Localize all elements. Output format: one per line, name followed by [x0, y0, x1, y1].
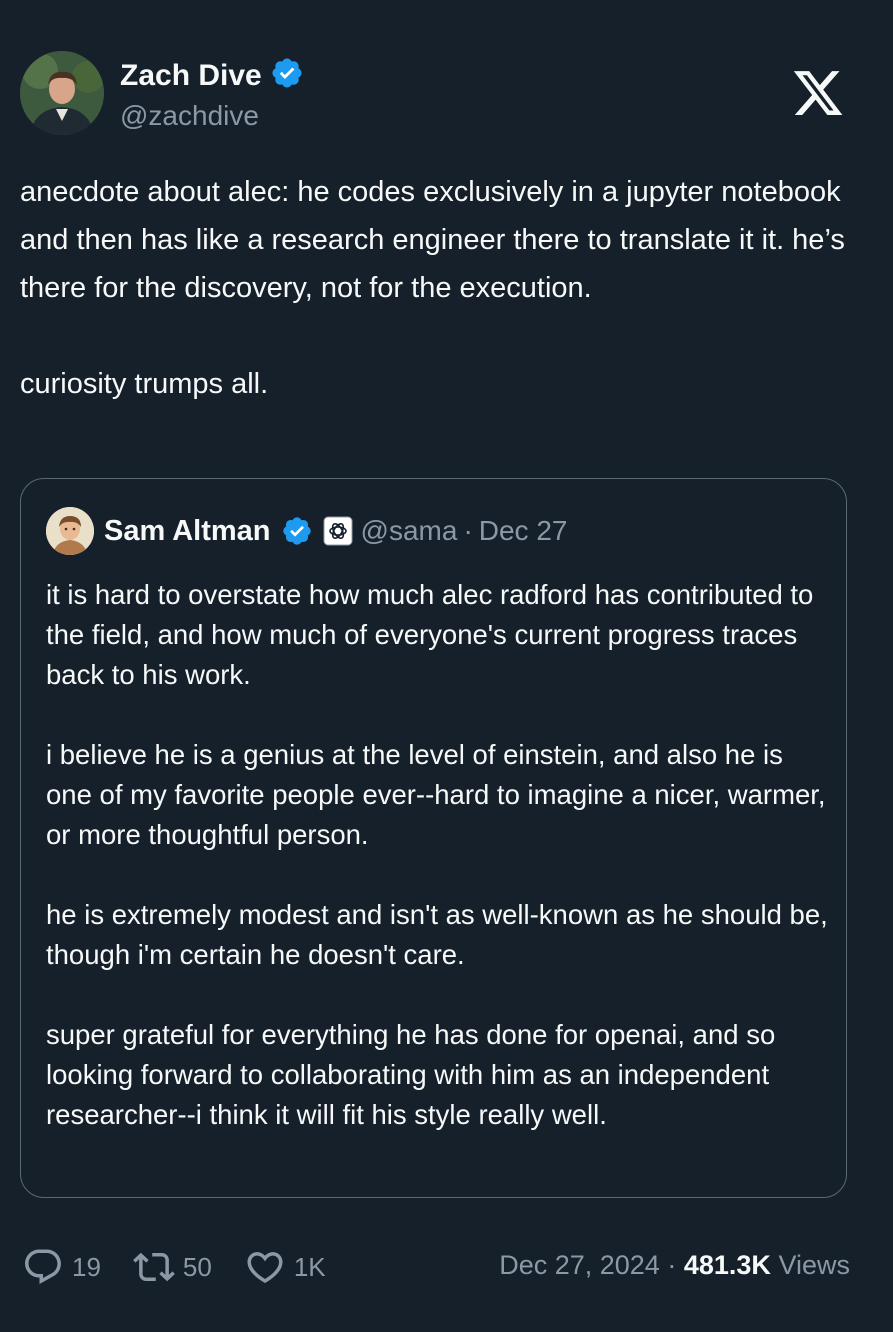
- meta-separator: ·: [463, 515, 473, 546]
- tweet-date[interactable]: Dec 27, 2024: [499, 1250, 660, 1280]
- quoted-author-avatar[interactable]: [46, 507, 94, 555]
- tweet-meta: Dec 27, 2024 · 481.3K Views: [499, 1250, 850, 1281]
- author-avatar[interactable]: [20, 51, 104, 135]
- reply-icon: [22, 1246, 72, 1288]
- reply-count: 19: [72, 1251, 101, 1282]
- like-count: 1K: [293, 1251, 326, 1282]
- quoted-author-name[interactable]: Sam Altman: [104, 515, 271, 548]
- views-label: Views: [778, 1250, 850, 1280]
- tweet-text: anecdote about alec: he codes exclusivel…: [20, 176, 845, 400]
- quoted-tweet-text: it is hard to overstate how much alec ra…: [46, 579, 828, 1130]
- openai-affiliate-icon[interactable]: [323, 516, 353, 546]
- author-name[interactable]: Zach Dive: [120, 59, 262, 93]
- like-button[interactable]: 1K: [244, 1246, 326, 1288]
- like-icon: [244, 1246, 294, 1288]
- quoted-date[interactable]: Dec 27: [479, 515, 568, 547]
- quoted-author-handle[interactable]: @sama: [361, 515, 458, 547]
- author-handle[interactable]: @zachdive: [120, 100, 259, 132]
- x-logo-icon[interactable]: [790, 66, 846, 120]
- verified-badge-icon: [270, 56, 304, 95]
- views-count: 481.3K: [683, 1250, 771, 1280]
- reply-button[interactable]: 19: [22, 1246, 101, 1288]
- retweet-icon: [133, 1246, 183, 1288]
- quoted-tweet[interactable]: Sam Altman @sama · Dec 27 it is hard to …: [20, 478, 847, 1198]
- verified-badge-icon: [281, 515, 313, 547]
- retweet-count: 50: [182, 1251, 212, 1282]
- retweet-button[interactable]: 50: [133, 1246, 212, 1288]
- meta-separator: ·: [667, 1250, 677, 1280]
